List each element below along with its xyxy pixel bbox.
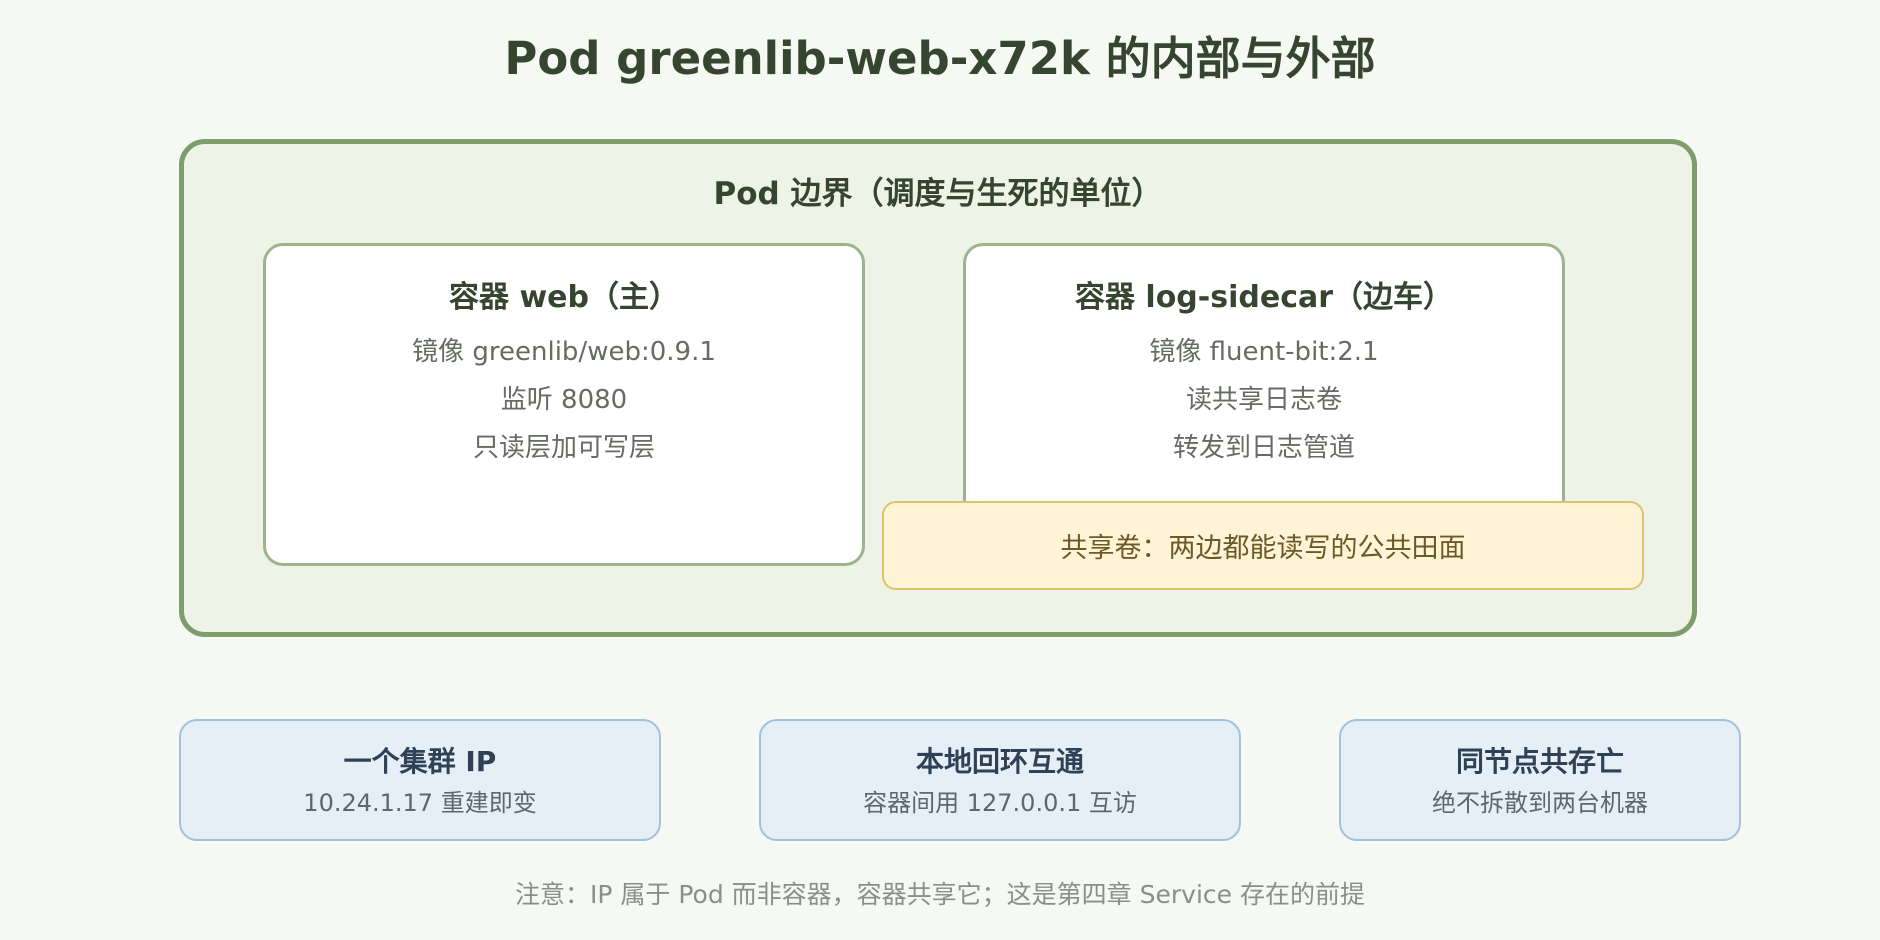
fact-loopback-title: 本地回环互通 — [915, 745, 1084, 778]
container-sidecar-image: 镜像 fluent-bit:2.1 — [1149, 337, 1379, 367]
container-sidecar-title: 容器 log-sidecar（边车） — [1074, 280, 1454, 315]
container-web: 容器 web（主） 镜像 greenlib/web:0.9.1 监听 8080 … — [263, 243, 865, 566]
fact-cluster-ip-title: 一个集群 IP — [343, 745, 497, 778]
fact-same-node-detail: 绝不拆散到两台机器 — [1432, 789, 1648, 817]
container-sidecar-forward: 转发到日志管道 — [1172, 433, 1355, 463]
container-log-sidecar: 容器 log-sidecar（边车） 镜像 fluent-bit:2.1 读共享… — [963, 243, 1565, 518]
container-web-port: 监听 8080 — [500, 385, 628, 415]
pod-boundary-label: Pod 边界（调度与生死的单位） — [713, 176, 1163, 212]
fact-same-node: 同节点共存亡 绝不拆散到两台机器 — [1339, 719, 1741, 841]
container-sidecar-read: 读共享日志卷 — [1185, 385, 1342, 415]
fact-loopback-detail: 容器间用 127.0.0.1 互访 — [863, 789, 1137, 817]
fact-same-node-title: 同节点共存亡 — [1455, 745, 1624, 778]
container-web-image: 镜像 greenlib/web:0.9.1 — [412, 337, 716, 367]
container-web-layers: 只读层加可写层 — [472, 433, 655, 463]
fact-loopback: 本地回环互通 容器间用 127.0.0.1 互访 — [759, 719, 1241, 841]
shared-volume: 共享卷：两边都能读写的公共田面 — [882, 501, 1644, 590]
fact-cluster-ip-detail: 10.24.1.17 重建即变 — [303, 789, 537, 817]
diagram-title: Pod greenlib-web-x72k 的内部与外部 — [504, 32, 1376, 85]
fact-cluster-ip: 一个集群 IP 10.24.1.17 重建即变 — [179, 719, 661, 841]
footnote: 注意：IP 属于 Pod 而非容器，容器共享它；这是第四章 Service 存在… — [515, 880, 1365, 909]
pod-boundary: Pod 边界（调度与生死的单位） 容器 web（主） 镜像 greenlib/w… — [179, 139, 1697, 637]
container-web-title: 容器 web（主） — [449, 280, 679, 315]
